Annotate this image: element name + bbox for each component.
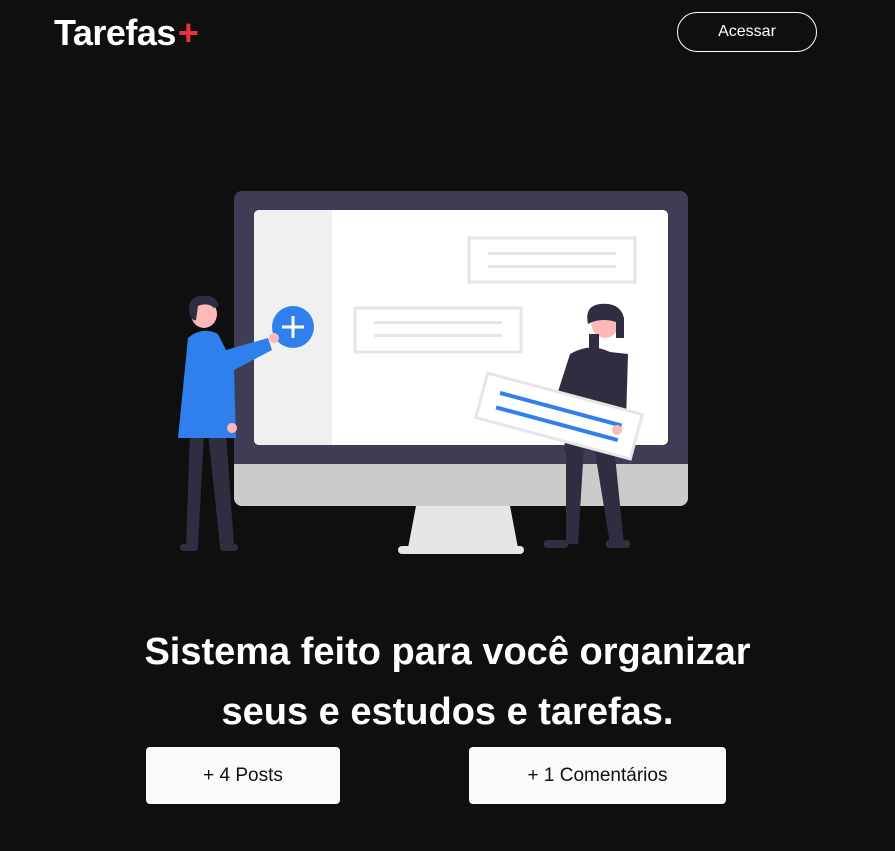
hero-illustration [178, 191, 688, 554]
logo[interactable]: Tarefas+ [54, 11, 199, 55]
monitor-stand [408, 506, 518, 548]
logo-plus-icon: + [177, 12, 199, 53]
monitor-chin [234, 464, 688, 506]
login-button[interactable]: Acessar [677, 12, 817, 52]
comments-count-button[interactable]: + 1 Comentários [469, 747, 726, 804]
monitor-base [398, 546, 524, 554]
posts-count-button[interactable]: + 4 Posts [146, 747, 340, 804]
hero-headline: Sistema feito para você organizar seus e… [0, 622, 895, 742]
hero-headline-line-1: Sistema feito para você organizar [144, 631, 751, 674]
hero-headline-line-2: seus e estudos e tarefas. [221, 691, 674, 734]
logo-text: Tarefas [54, 12, 176, 53]
site-header: Tarefas+ Acessar [0, 0, 895, 66]
